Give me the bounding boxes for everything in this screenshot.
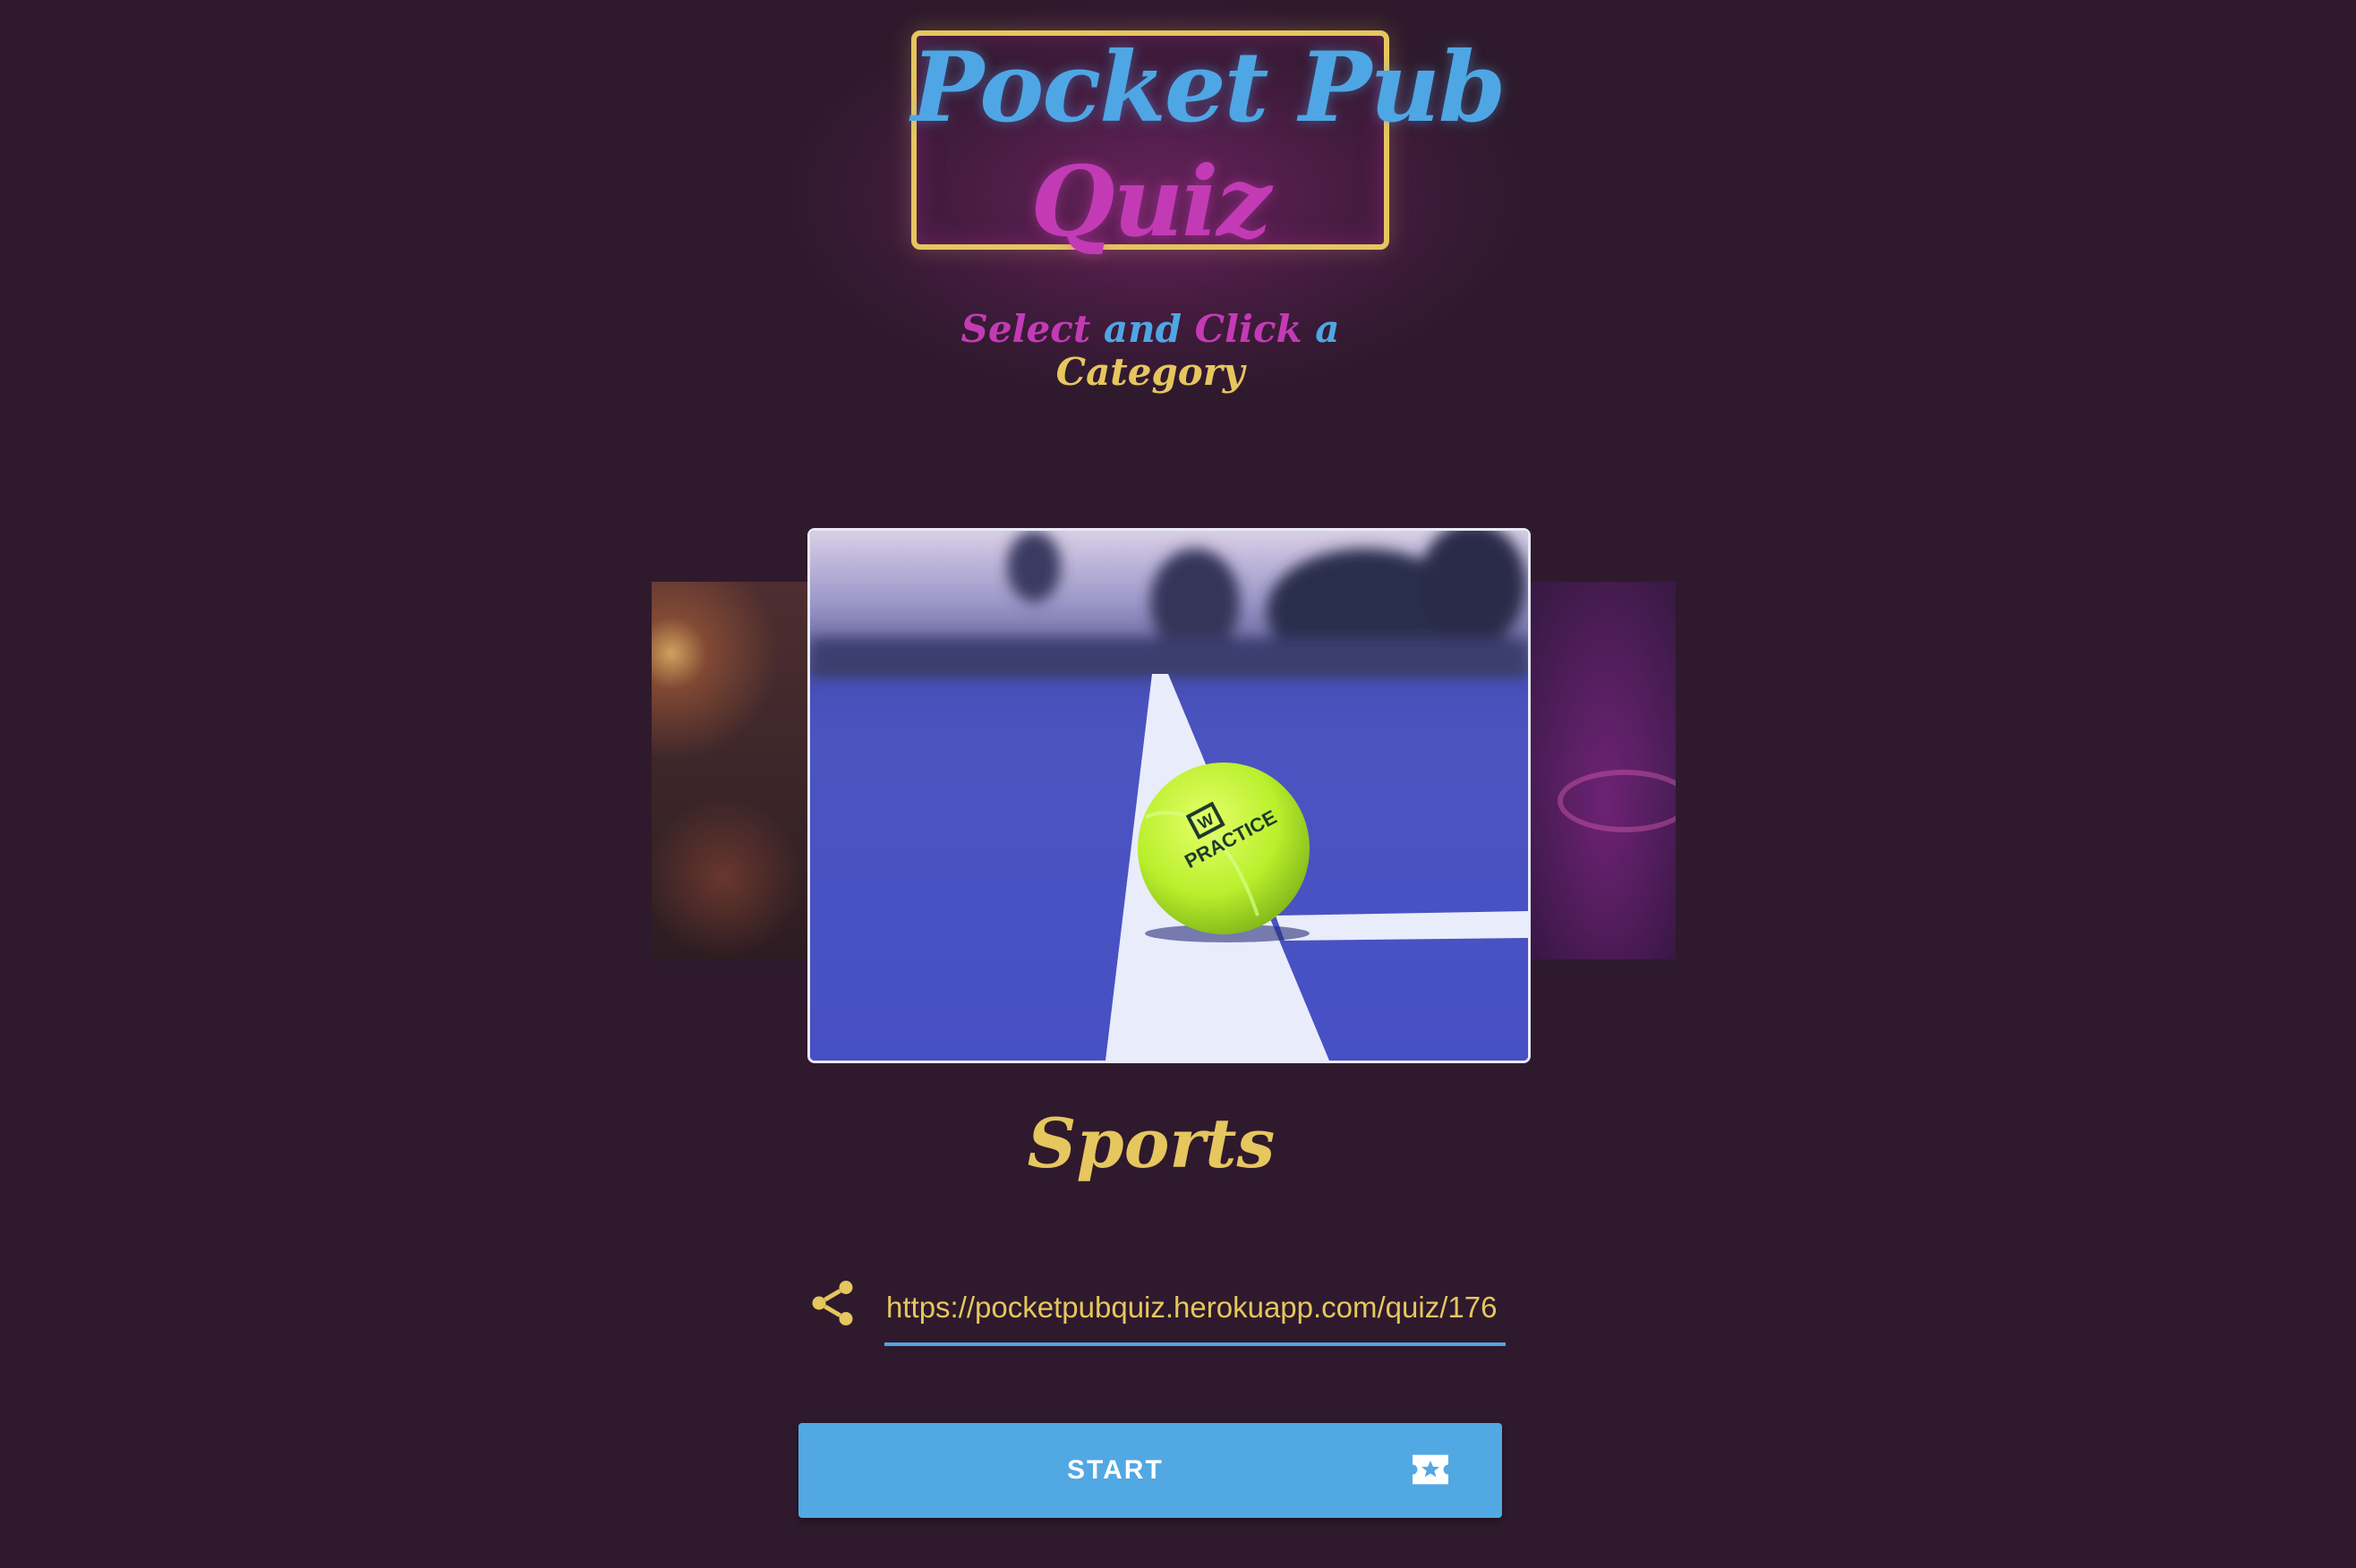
carousel-next-card[interactable] [1525, 582, 1676, 959]
start-button[interactable]: START [798, 1423, 1502, 1518]
instruction-text: Select and Click a Category [940, 308, 1361, 394]
carousel-current-card[interactable]: W PRACTICE [807, 528, 1531, 1063]
ticket-star-icon [1413, 1454, 1448, 1485]
vinyl-disc-image [1558, 770, 1676, 832]
instruction-word-category: Category [1055, 350, 1245, 394]
instruction-word-and: and [1103, 307, 1182, 351]
share-icon[interactable] [806, 1276, 859, 1330]
instruction-word-click: Click [1194, 307, 1302, 351]
start-button-label: START [1067, 1455, 1164, 1485]
carousel-prev-card[interactable] [652, 582, 813, 959]
category-title: Sports [1027, 1104, 1276, 1183]
logo-title-line2: Quiz [1030, 146, 1272, 259]
logo-title-line1: Pocket Pub [911, 31, 1506, 144]
share-url-field[interactable] [884, 1273, 1506, 1346]
instruction-word-select: Select [960, 307, 1091, 351]
instruction-word-a: a [1315, 307, 1340, 351]
tennis-ball-image: W PRACTICE [810, 531, 1528, 1061]
